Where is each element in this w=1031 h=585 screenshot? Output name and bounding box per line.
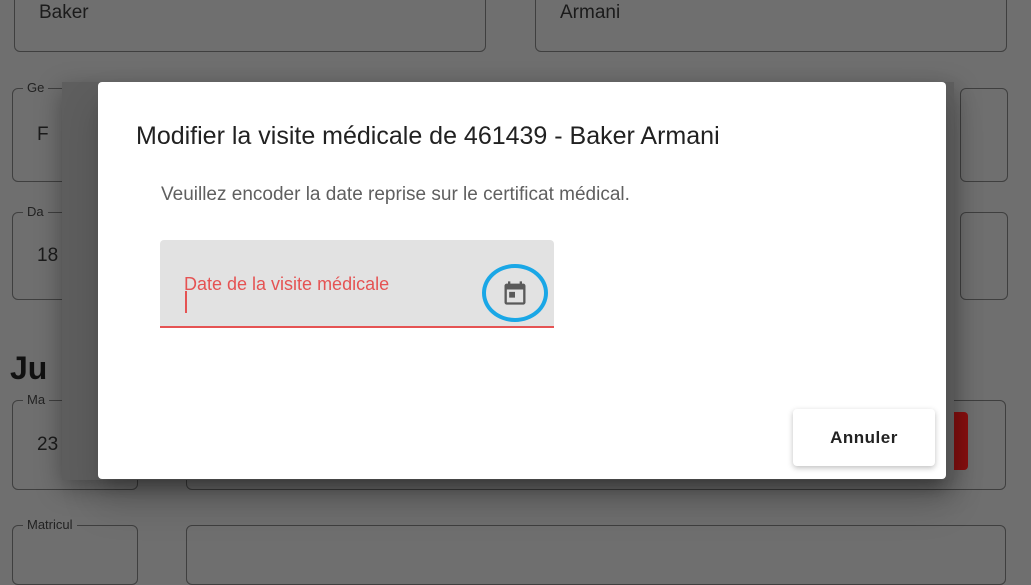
dialog-subtitle: Veuillez encoder la date reprise sur le … (161, 184, 630, 205)
matricule-short-value: 23 (37, 434, 59, 455)
right-field-2[interactable] (960, 88, 1008, 182)
gender-label: Ge (23, 80, 49, 95)
first-name-field[interactable]: Armani (535, 0, 1007, 52)
gender-value: F (37, 124, 49, 145)
calendar-button[interactable] (482, 264, 548, 322)
matricule-field[interactable]: Matricul (12, 517, 138, 585)
section-heading: Ju (10, 350, 48, 386)
matricule-label: Matricul (23, 517, 77, 532)
last-name-field[interactable]: Baker (14, 0, 486, 52)
last-name-value: Baker (39, 2, 89, 23)
first-name-value: Armani (560, 2, 621, 23)
right-field-3[interactable] (960, 212, 1008, 300)
edit-medical-visit-dialog: Modifier la visite médicale de 461439 - … (98, 82, 946, 479)
matricule-short-label: Ma (23, 392, 50, 407)
date-field-label: Date de la visite médicale (184, 274, 390, 294)
calendar-icon (504, 281, 526, 305)
wide-field-2[interactable] (186, 525, 1006, 585)
birthdate-value: 18 (37, 245, 59, 266)
birthdate-label: Da (23, 204, 48, 219)
dialog-title: Modifier la visite médicale de 461439 - … (136, 122, 720, 150)
cancel-button[interactable]: Annuler (793, 409, 935, 466)
text-caret (185, 291, 187, 313)
